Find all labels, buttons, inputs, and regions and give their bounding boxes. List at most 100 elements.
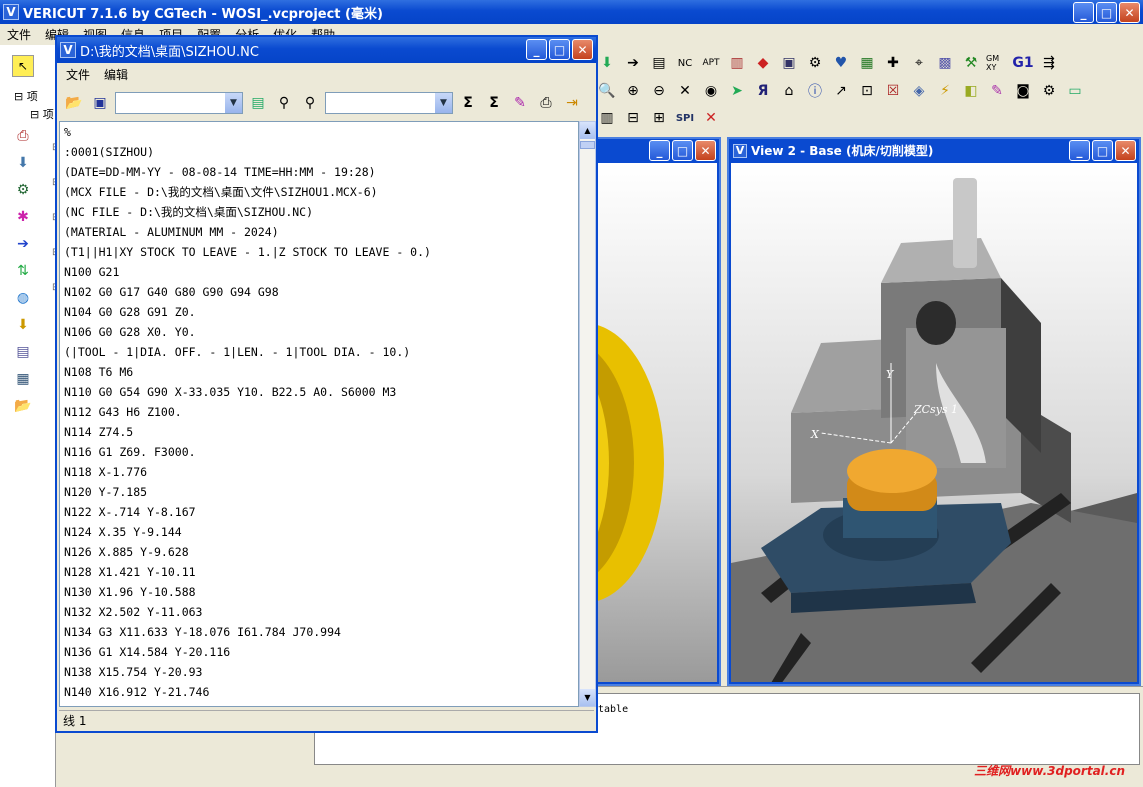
view2-viewport[interactable]: Y X ZCsys 1 xyxy=(731,163,1137,682)
view1-maximize-button[interactable]: □ xyxy=(672,140,693,161)
code-line[interactable]: (|TOOL - 1|DIA. OFF. - 1|LEN. - 1|TOOL D… xyxy=(60,342,578,362)
axis-icon[interactable]: ✚ xyxy=(882,52,904,74)
print-icon[interactable]: ⎙ xyxy=(535,92,557,114)
sync-all-icon[interactable]: Σ xyxy=(483,92,505,114)
code-line[interactable]: N140 X16.912 Y-21.746 xyxy=(60,682,578,702)
machine-icon[interactable]: ⌂ xyxy=(778,80,800,102)
chevron-down-icon[interactable]: ▼ xyxy=(225,93,242,113)
cancel-icon[interactable]: ✕ xyxy=(700,107,722,129)
code-line[interactable]: (MCX FILE - D:\我的文档\桌面\文件\SIZHOU1.MCX-6) xyxy=(60,182,578,202)
tool-holder-icon[interactable]: ⬇ xyxy=(12,152,34,174)
editor-menu-edit[interactable]: 编辑 xyxy=(97,66,135,83)
camera-icon[interactable]: ◙ xyxy=(1012,80,1034,102)
gear-icon[interactable]: ⚙ xyxy=(804,52,826,74)
maximize-button[interactable]: □ xyxy=(1096,2,1117,23)
code-line[interactable]: N128 X1.421 Y-10.11 xyxy=(60,562,578,582)
layout2-icon[interactable]: ⊟ xyxy=(622,107,644,129)
replace-combo[interactable]: ▼ xyxy=(325,92,453,114)
printer-icon[interactable]: ⎙ xyxy=(12,125,34,147)
cutter-icon[interactable]: ◆ xyxy=(752,52,774,74)
code-line[interactable]: N116 G1 Z69. F3000. xyxy=(60,442,578,462)
tool-icon[interactable]: ⬇ xyxy=(596,52,618,74)
cut-icon[interactable]: ☒ xyxy=(882,80,904,102)
tape-icon[interactable]: ▥ xyxy=(726,52,748,74)
zoom-out-icon[interactable]: ⊖ xyxy=(648,80,670,102)
chevron-down-icon[interactable]: ▼ xyxy=(435,93,452,113)
editor-close-button[interactable]: ✕ xyxy=(572,39,593,60)
nc-icon[interactable]: NC xyxy=(674,52,696,74)
reverse-icon[interactable]: Я xyxy=(752,80,774,102)
view1-minimize-button[interactable]: _ xyxy=(649,140,670,161)
folder-icon[interactable]: 📂 xyxy=(12,395,34,417)
apt-icon[interactable]: APT xyxy=(700,52,722,74)
report-icon[interactable]: ▩ xyxy=(934,52,956,74)
tree-item[interactable]: ⊟ 项 xyxy=(14,88,38,104)
stock-icon[interactable]: ◈ xyxy=(908,80,930,102)
exit-icon[interactable]: ⇥ xyxy=(561,92,583,114)
info-icon[interactable]: ⓘ xyxy=(804,80,826,102)
view1-viewport[interactable] xyxy=(594,163,717,682)
print-icon[interactable]: ▤ xyxy=(648,52,670,74)
target-icon[interactable]: ⌖ xyxy=(908,52,930,74)
code-area[interactable]: % :0001(SIZHOU) (DATE=DD-MM-YY - 08-08-1… xyxy=(59,121,579,707)
globe-icon[interactable]: ◍ xyxy=(12,287,34,309)
vertical-scrollbar[interactable]: ▲ ▼ xyxy=(579,121,596,707)
g1-icon[interactable]: G1 xyxy=(1012,52,1034,74)
code-line[interactable]: N136 G1 X14.584 Y-20.116 xyxy=(60,642,578,662)
route-icon[interactable]: ⚙ xyxy=(1038,80,1060,102)
editor-minimize-button[interactable]: _ xyxy=(526,39,547,60)
grid-icon[interactable]: ▦ xyxy=(856,52,878,74)
probe-icon[interactable]: ➤ xyxy=(726,80,748,102)
code-line[interactable]: N110 G0 G54 G90 X-33.035 Y10. B22.5 A0. … xyxy=(60,382,578,402)
robot-icon[interactable]: ⚒ xyxy=(960,52,982,74)
select-tool-button[interactable]: ↖ xyxy=(12,55,34,77)
gmxy-icon[interactable]: GM XY xyxy=(986,52,1008,74)
editor-maximize-button[interactable]: □ xyxy=(549,39,570,60)
probe-tree-icon[interactable]: ⬇ xyxy=(12,314,34,336)
view2-close-button[interactable]: ✕ xyxy=(1115,140,1136,161)
find-icon[interactable]: ⚲ xyxy=(273,92,295,114)
menu-file[interactable]: 文件 xyxy=(0,26,38,43)
zoom-icon[interactable]: 🔍 xyxy=(596,80,618,102)
view2-minimize-button[interactable]: _ xyxy=(1069,140,1090,161)
code-line[interactable]: :0001(SIZHOU) xyxy=(60,142,578,162)
zoom-in-icon[interactable]: ⊕ xyxy=(622,80,644,102)
arrow-icon[interactable]: ➔ xyxy=(12,233,34,255)
code-line[interactable]: N122 X-.714 Y-8.167 xyxy=(60,502,578,522)
code-line[interactable]: (T1||H1|XY STOCK TO LEAVE - 1.|Z STOCK T… xyxy=(60,242,578,262)
sync-icon[interactable]: Σ xyxy=(457,92,479,114)
code-line[interactable]: N102 G0 G17 G40 G80 G90 G94 G98 xyxy=(60,282,578,302)
code-line[interactable]: N126 X.885 Y-9.628 xyxy=(60,542,578,562)
code-line[interactable]: N112 G43 H6 Z100. xyxy=(60,402,578,422)
paint-icon[interactable]: ✎ xyxy=(986,80,1008,102)
code-line[interactable]: N132 X2.502 Y-11.063 xyxy=(60,602,578,622)
tree-item[interactable]: ⊟ 项 xyxy=(30,106,54,122)
scroll-down-icon[interactable]: ▼ xyxy=(580,689,595,706)
spi-icon[interactable]: SPI xyxy=(674,107,696,129)
lightning-icon[interactable]: ⚡ xyxy=(934,80,956,102)
code-line[interactable]: N138 X15.754 Y-20.93 xyxy=(60,662,578,682)
search-combo[interactable]: ▼ xyxy=(115,92,243,114)
code-line[interactable]: N118 X-1.776 xyxy=(60,462,578,482)
goto-line-icon[interactable]: ▤ xyxy=(247,92,269,114)
enter-icon[interactable]: ➔ xyxy=(622,52,644,74)
editor-menu-file[interactable]: 文件 xyxy=(59,66,97,83)
scroll-up-icon[interactable]: ▲ xyxy=(580,122,595,139)
code-line[interactable]: N104 G0 G28 G91 Z0. xyxy=(60,302,578,322)
view2-maximize-button[interactable]: □ xyxy=(1092,140,1113,161)
code-line[interactable]: (NC FILE - D:\我的文档\桌面\SIZHOU.NC) xyxy=(60,202,578,222)
view1-close-button[interactable]: ✕ xyxy=(695,140,716,161)
code-line[interactable]: N108 T6 M6 xyxy=(60,362,578,382)
code-line[interactable]: N106 G0 G28 X0. Y0. xyxy=(60,322,578,342)
variable-icon[interactable]: ⇶ xyxy=(1038,52,1060,74)
code-line[interactable]: N124 X.35 Y-9.144 xyxy=(60,522,578,542)
inspect-icon[interactable]: ⊡ xyxy=(856,80,878,102)
eye-icon[interactable]: ◉ xyxy=(700,80,722,102)
save-icon[interactable]: ▣ xyxy=(778,52,800,74)
layout4-icon[interactable]: ⊞ xyxy=(648,107,670,129)
open-folder-icon[interactable]: 📂 xyxy=(63,92,85,114)
table-icon[interactable]: ▤ xyxy=(12,341,34,363)
minimize-button[interactable]: _ xyxy=(1073,2,1094,23)
heart-icon[interactable]: ♥ xyxy=(830,52,852,74)
cube-icon[interactable]: ◧ xyxy=(960,80,982,102)
